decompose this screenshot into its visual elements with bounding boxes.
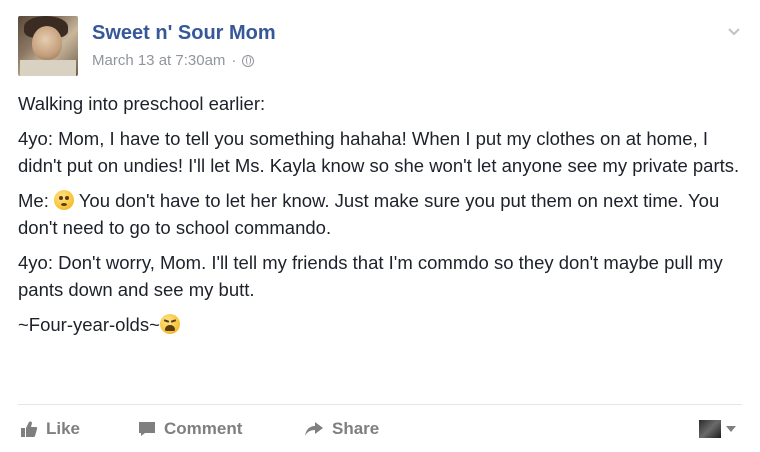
comment-label: Comment — [164, 419, 243, 438]
chevron-down-icon[interactable] — [726, 24, 742, 40]
share-button[interactable]: Share — [304, 414, 379, 444]
post-paragraph: 4yo: Don't worry, Mom. I'll tell my frie… — [18, 252, 723, 300]
weary-face-icon — [159, 314, 180, 334]
speaker-label: Me: — [18, 190, 54, 211]
share-label: Share — [332, 419, 380, 438]
actions-divider — [18, 404, 742, 405]
thumbs-up-icon — [21, 421, 38, 437]
author-name[interactable]: Sweet n' Sour Mom — [92, 22, 276, 45]
caret-down-icon — [726, 426, 736, 432]
meta-separator: · — [231, 52, 237, 69]
viewer-avatar — [699, 420, 721, 438]
flushed-face-icon — [53, 190, 74, 210]
comment-icon — [139, 422, 155, 436]
like-label: Like — [46, 419, 81, 438]
paragraph-text: You don't have to let her know. Just mak… — [18, 190, 720, 238]
post-paragraph: 4yo: Mom, I have to tell you something h… — [18, 128, 740, 176]
post-body: Walking into preschool earlier: 4yo: Mom… — [18, 90, 748, 346]
post-paragraph: Me: You don't have to let her know. Just… — [18, 187, 748, 241]
post-paragraph: ~Four-year-olds~ — [18, 311, 748, 338]
post-card: Sweet n' Sour Mom March 13 at 7:30am · W… — [0, 0, 760, 452]
share-arrow-icon — [305, 422, 323, 436]
post-meta: March 13 at 7:30am · — [92, 52, 255, 69]
paragraph-text: ~Four-year-olds~ — [18, 314, 160, 335]
avatar-face — [32, 26, 62, 60]
post-as-selector[interactable] — [699, 420, 736, 438]
comment-button[interactable]: Comment — [138, 414, 242, 444]
post-paragraph: Walking into preschool earlier: — [18, 93, 266, 114]
like-button[interactable]: Like — [20, 414, 80, 444]
globe-icon[interactable] — [242, 54, 255, 67]
post-timestamp[interactable]: March 13 at 7:30am — [92, 52, 225, 69]
avatar-shirt — [20, 60, 76, 76]
post-header: Sweet n' Sour Mom March 13 at 7:30am · — [18, 16, 742, 80]
author-avatar[interactable] — [18, 16, 78, 76]
post-actions: Like Comment Share — [18, 414, 742, 444]
